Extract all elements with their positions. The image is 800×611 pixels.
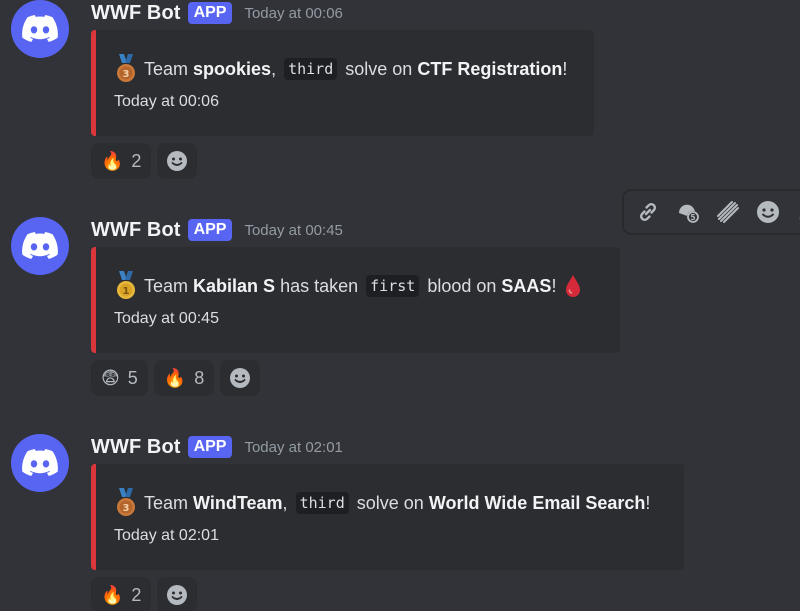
message: WWF Bot APP Today at 00:45 1 Team Kabila… bbox=[0, 217, 800, 402]
medal-number: 3 bbox=[123, 69, 130, 80]
add-reaction-button[interactable] bbox=[220, 360, 261, 396]
third-place-medal-icon: 3 bbox=[117, 488, 135, 516]
embed-description: 1 Team Kabilan S has taken first blood o… bbox=[114, 271, 582, 301]
team-name: Kabilan S bbox=[193, 275, 276, 296]
message-header: WWF Bot APP Today at 00:06 bbox=[91, 0, 343, 26]
embed: 3 Team WindTeam, third solve on World Wi… bbox=[91, 464, 684, 570]
message-timestamp[interactable]: Today at 00:06 bbox=[244, 5, 342, 22]
avatar[interactable] bbox=[11, 434, 69, 492]
app-badge: APP bbox=[187, 436, 233, 458]
embed-timestamp: Today at 00:45 bbox=[114, 310, 219, 327]
reaction-fire[interactable]: 🔥 2 bbox=[91, 143, 152, 179]
reaction-fire[interactable]: 🔥 8 bbox=[153, 360, 215, 396]
embed-text: ! bbox=[645, 492, 651, 513]
reactions: 😨 5 🔥 8 bbox=[91, 360, 261, 396]
challenge-name: CTF Registration bbox=[417, 58, 563, 79]
add-reaction-button[interactable] bbox=[157, 143, 198, 179]
embed-text: ! bbox=[551, 275, 557, 296]
discord-logo-icon bbox=[22, 449, 58, 476]
embed-description: 3 Team spookies, third solve on CTF Regi… bbox=[114, 54, 567, 84]
message: WWF Bot APP Today at 02:01 3 Team WindTe… bbox=[0, 434, 800, 611]
reactions: 🔥 2 bbox=[91, 143, 198, 179]
embed: 1 Team Kabilan S has taken first blood o… bbox=[91, 247, 620, 353]
team-name: WindTeam bbox=[193, 492, 283, 513]
embed-timestamp: Today at 02:01 bbox=[114, 527, 219, 544]
embed-text: solve on bbox=[345, 58, 413, 79]
embed-text: , bbox=[282, 492, 288, 513]
challenge-name: World Wide Email Search bbox=[428, 492, 646, 513]
embed: 3 Team spookies, third solve on CTF Regi… bbox=[91, 30, 594, 136]
reactions: 🔥 2 bbox=[91, 577, 198, 611]
chat-messages: WWF Bot APP Today at 00:06 3 Team spooki… bbox=[0, 0, 800, 611]
discord-logo-icon bbox=[22, 232, 58, 259]
embed-text: Team bbox=[144, 58, 189, 79]
embed-text: solve on bbox=[356, 492, 424, 513]
app-badge: APP bbox=[187, 219, 233, 241]
embed-text: Team bbox=[144, 492, 189, 513]
reaction-count: 5 bbox=[127, 367, 138, 388]
embed-text: blood on bbox=[427, 275, 497, 296]
message-header: WWF Bot APP Today at 00:45 bbox=[91, 217, 343, 243]
message-header: WWF Bot APP Today at 02:01 bbox=[91, 434, 343, 460]
avatar[interactable] bbox=[11, 0, 69, 58]
third-place-medal-icon: 3 bbox=[117, 54, 135, 82]
username[interactable]: WWF Bot bbox=[91, 436, 181, 459]
reaction-fire[interactable]: 🔥 2 bbox=[91, 577, 152, 611]
embed-text: ! bbox=[562, 58, 568, 79]
medal-number: 3 bbox=[123, 503, 130, 514]
solve-rank-code: third bbox=[295, 492, 349, 514]
message-timestamp[interactable]: Today at 02:01 bbox=[244, 439, 342, 456]
embed-text: has taken bbox=[280, 275, 359, 296]
reaction-count: 2 bbox=[131, 584, 142, 605]
reaction-count: 2 bbox=[131, 150, 142, 171]
avatar[interactable] bbox=[11, 217, 69, 275]
smile-icon bbox=[167, 585, 188, 605]
fire-emoji-icon: 🔥 bbox=[101, 585, 124, 605]
solve-rank-code: third bbox=[284, 58, 338, 80]
reaction-fearful[interactable]: 😨 5 bbox=[91, 360, 148, 396]
embed-description: 3 Team WindTeam, third solve on World Wi… bbox=[114, 488, 650, 518]
discord-logo-icon bbox=[22, 15, 58, 42]
team-name: spookies bbox=[193, 58, 272, 79]
drop-of-blood-icon bbox=[566, 275, 581, 297]
fearful-face-emoji-icon: 😨 bbox=[101, 368, 120, 388]
embed-text: , bbox=[271, 58, 277, 79]
fire-emoji-icon: 🔥 bbox=[101, 151, 124, 171]
embed-text: Team bbox=[144, 275, 189, 296]
challenge-name: SAAS bbox=[501, 275, 552, 296]
add-reaction-button[interactable] bbox=[157, 577, 198, 611]
first-place-medal-icon: 1 bbox=[117, 271, 135, 299]
message-timestamp[interactable]: Today at 00:45 bbox=[244, 222, 342, 239]
smile-icon bbox=[167, 151, 188, 171]
medal-number: 1 bbox=[123, 286, 130, 297]
message: WWF Bot APP Today at 00:06 3 Team spooki… bbox=[0, 0, 800, 185]
smile-icon bbox=[230, 368, 251, 388]
username[interactable]: WWF Bot bbox=[91, 219, 181, 242]
username[interactable]: WWF Bot bbox=[91, 2, 181, 25]
app-badge: APP bbox=[187, 2, 233, 24]
solve-rank-code: first bbox=[366, 275, 420, 297]
embed-timestamp: Today at 00:06 bbox=[114, 93, 219, 110]
reaction-count: 8 bbox=[194, 367, 205, 388]
fire-emoji-icon: 🔥 bbox=[163, 368, 187, 388]
